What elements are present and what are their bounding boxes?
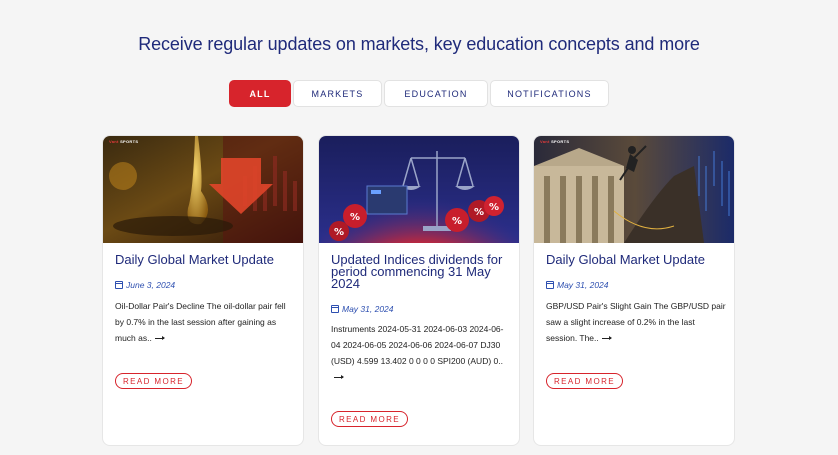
svg-text:%: %: [350, 212, 360, 223]
section-headline: Receive regular updates on markets, key …: [138, 34, 700, 54]
card-date: June 3, 2024: [115, 280, 175, 290]
tab-notifications[interactable]: NOTIFICATIONS: [490, 80, 609, 107]
calendar-icon: [546, 281, 554, 289]
climber-building-image[interactable]: Vant SPORTS: [534, 136, 734, 243]
calendar-icon: [115, 281, 123, 289]
card-title[interactable]: Updated Indices dividends for period com…: [331, 253, 511, 290]
oil-drop-down-arrow-image[interactable]: Vant SPORTS: [103, 136, 303, 243]
card-date: May 31, 2024: [546, 280, 609, 290]
brand-badge: Vant SPORTS: [540, 139, 570, 144]
tab-all[interactable]: ALL: [229, 80, 291, 107]
svg-text:%: %: [452, 216, 462, 227]
card-date: May 31, 2024: [331, 304, 394, 314]
card-title[interactable]: Daily Global Market Update: [546, 253, 726, 266]
brand-badge: Vant SPORTS: [109, 139, 139, 144]
arrow-right-icon: [154, 336, 165, 341]
read-more-button[interactable]: READ MORE: [546, 373, 623, 389]
tab-education[interactable]: EDUCATION: [384, 80, 488, 107]
card-title[interactable]: Daily Global Market Update: [115, 253, 295, 266]
svg-text:%: %: [489, 202, 499, 213]
svg-text:%: %: [334, 227, 344, 238]
card-excerpt: Instruments 2024-05-31 2024-06-03 2024-0…: [331, 321, 511, 385]
read-more-button[interactable]: READ MORE: [331, 411, 408, 427]
calendar-icon: [331, 305, 339, 313]
article-card[interactable]: Vant SPORTS Daily Global Market Update M…: [533, 135, 735, 446]
read-more-button[interactable]: READ MORE: [115, 373, 192, 389]
card-excerpt: Oil-Dollar Pair's Decline The oil-dollar…: [115, 301, 286, 343]
svg-text:%: %: [474, 207, 484, 218]
scales-percent-image[interactable]: %% %%%: [319, 136, 519, 243]
card-excerpt: GBP/USD Pair's Slight Gain The GBP/USD p…: [546, 301, 726, 343]
article-card[interactable]: %% %%% Updated Indices dividends for per…: [318, 135, 520, 446]
arrow-right-icon: [601, 336, 612, 341]
arrow-right-icon: [334, 375, 344, 380]
article-card[interactable]: Vant SPORTS Daily Global Market Update J…: [102, 135, 304, 446]
tab-markets[interactable]: MARKETS: [293, 80, 382, 107]
